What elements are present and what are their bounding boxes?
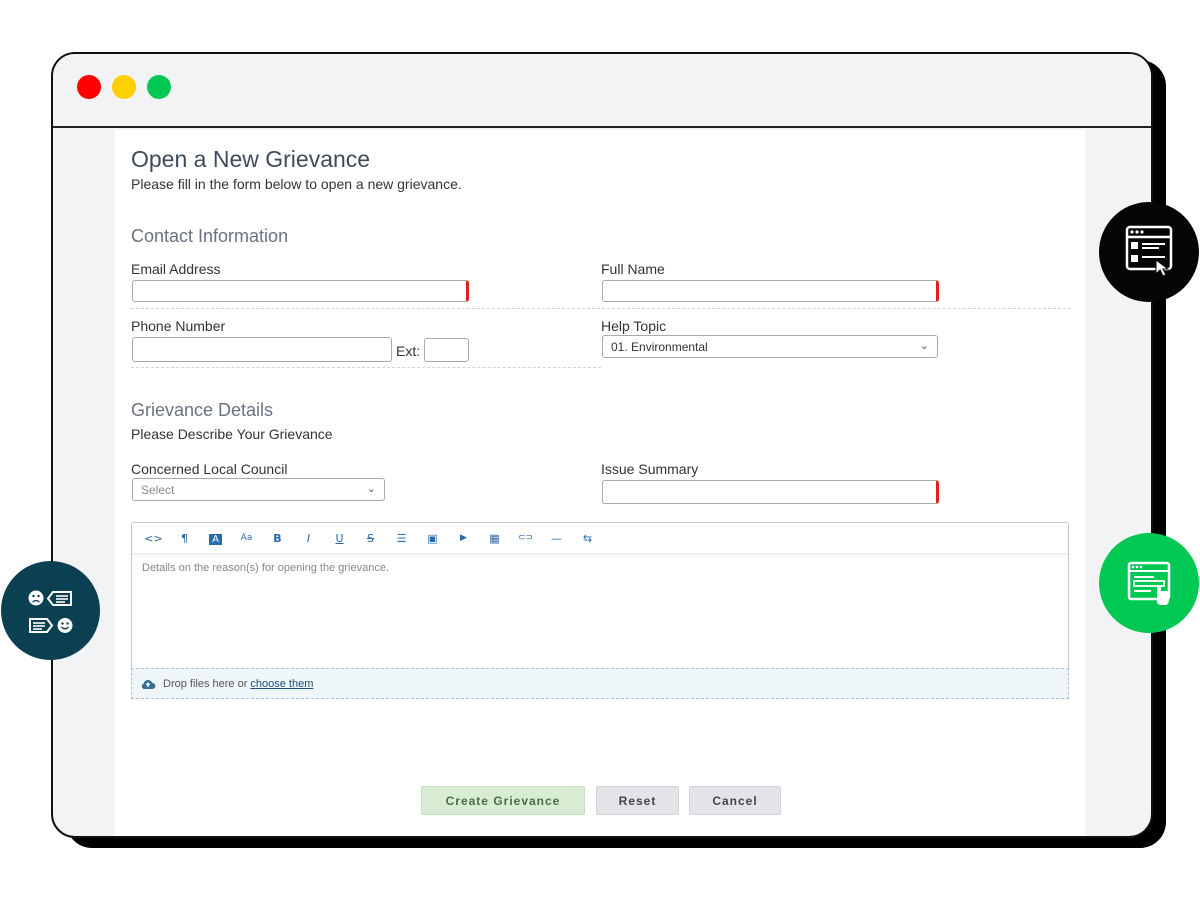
video-icon[interactable]: ▶ xyxy=(448,533,479,543)
horizontal-rule-icon[interactable]: — xyxy=(541,532,572,545)
chevron-down-icon: ⌄ xyxy=(366,483,376,495)
cancel-button[interactable]: Cancel xyxy=(689,786,781,815)
row-divider xyxy=(131,367,601,368)
row-divider xyxy=(131,308,1071,309)
email-field[interactable] xyxy=(132,280,469,302)
editor-text-area[interactable]: Details on the reason(s) for opening the… xyxy=(132,554,1068,582)
text-direction-icon[interactable]: ⇆ xyxy=(572,532,603,545)
help-topic-value: 01. Environmental xyxy=(611,340,708,354)
table-icon[interactable]: ▦ xyxy=(479,532,510,545)
ext-label: Ext: xyxy=(396,343,421,359)
council-value: Select xyxy=(141,483,175,497)
choose-files-link[interactable]: choose them xyxy=(250,678,313,690)
font-color-glyph: A xyxy=(209,533,222,545)
font-color-icon[interactable]: A xyxy=(200,532,231,545)
issue-summary-field[interactable] xyxy=(602,480,939,504)
font-size-icon[interactable]: Aa xyxy=(231,533,262,543)
reset-button[interactable]: Reset xyxy=(596,786,679,815)
email-label: Email Address xyxy=(131,261,221,277)
create-grievance-button[interactable]: Create Grievance xyxy=(421,786,585,815)
paragraph-icon[interactable]: ¶ xyxy=(169,532,200,545)
details-heading: Grievance Details xyxy=(131,400,274,420)
grievance-form: Open a New Grievance Please fill in the … xyxy=(115,130,1085,836)
form-browser-icon xyxy=(1127,561,1171,605)
minimize-window-dot[interactable] xyxy=(112,75,136,99)
italic-icon[interactable]: I xyxy=(293,532,324,545)
title-bar xyxy=(53,54,1151,128)
file-drop-zone[interactable]: Drop files here or choose them xyxy=(131,668,1069,699)
council-select[interactable]: Select ⌄ xyxy=(132,478,385,501)
maximize-window-dot[interactable] xyxy=(147,75,171,99)
list-icon[interactable]: ☰ xyxy=(386,532,417,545)
checklist-browser-icon xyxy=(1125,225,1173,277)
feedback-faces-badge xyxy=(1,561,100,660)
help-topic-select[interactable]: 01. Environmental ⌄ xyxy=(602,335,938,358)
cloud-upload-icon xyxy=(141,679,156,689)
drop-text: Drop files here or xyxy=(163,677,248,690)
full-name-label: Full Name xyxy=(601,261,665,277)
full-name-field[interactable] xyxy=(602,280,939,302)
bold-icon[interactable]: B xyxy=(262,532,293,545)
contact-heading: Contact Information xyxy=(131,226,289,246)
editor-toolbar: <> ¶ A Aa B I U S ☰ ▣ ▶ ▦ ⊂⊃ — ⇆ xyxy=(132,523,1068,554)
form-browser-badge xyxy=(1099,533,1199,633)
phone-label: Phone Number xyxy=(131,318,226,334)
close-window-dot[interactable] xyxy=(77,75,101,99)
grievance-prompt: Please Describe Your Grievance xyxy=(131,426,333,442)
chevron-down-icon: ⌄ xyxy=(919,340,929,352)
phone-field[interactable] xyxy=(132,337,392,362)
council-label: Concerned Local Council xyxy=(131,461,288,477)
page-title: Open a New Grievance xyxy=(131,146,371,172)
ext-field[interactable] xyxy=(424,338,469,362)
browser-window: Open a New Grievance Please fill in the … xyxy=(51,52,1153,838)
feedback-faces-icon xyxy=(28,590,73,633)
help-topic-label: Help Topic xyxy=(601,318,667,334)
underline-icon[interactable]: U xyxy=(324,532,355,545)
link-icon[interactable]: ⊂⊃ xyxy=(510,533,541,543)
code-view-icon[interactable]: <> xyxy=(138,532,169,545)
image-icon[interactable]: ▣ xyxy=(417,532,448,545)
strikethrough-icon[interactable]: S xyxy=(355,532,386,545)
page-subtitle: Please fill in the form below to open a … xyxy=(131,176,462,192)
checklist-browser-badge xyxy=(1099,202,1199,302)
issue-summary-label: Issue Summary xyxy=(601,461,699,477)
